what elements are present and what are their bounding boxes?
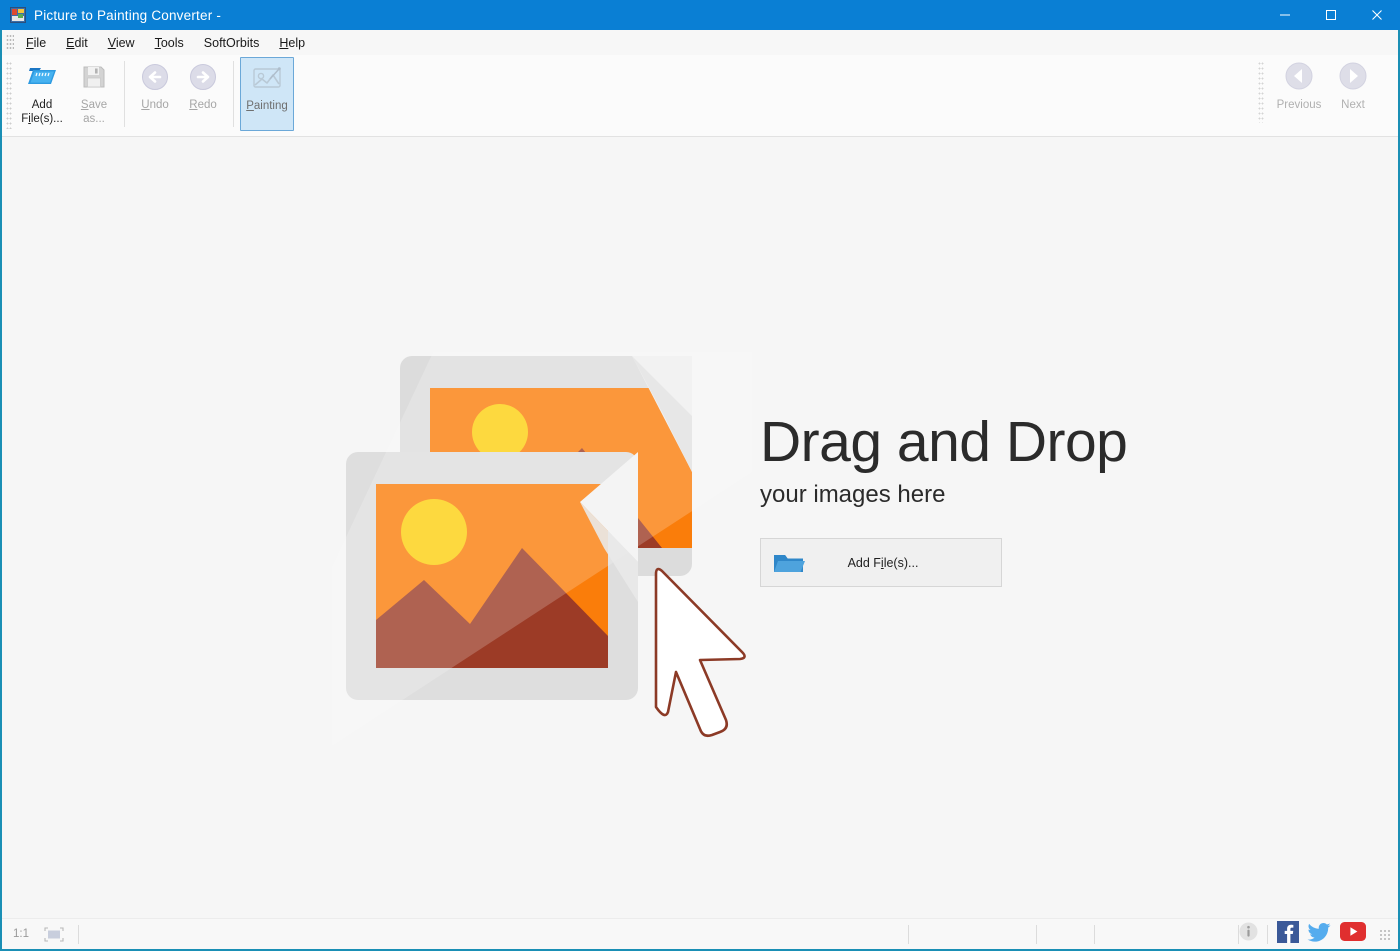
facebook-icon[interactable] [1277,921,1299,948]
window-controls [1262,0,1400,30]
close-button[interactable] [1354,0,1400,30]
status-separator-4 [1094,925,1095,944]
save-as-button[interactable]: Save as... [70,57,118,131]
status-separator-3 [1036,925,1037,944]
ribbon-group-file: Add File(s)... Save as... [14,57,294,131]
menu-item-help-label: elp [288,36,305,50]
undo-label: Undo [141,98,169,112]
ribbon-group-navigation: Previous Next [1258,59,1380,123]
status-separator-6 [1267,925,1268,944]
drop-subline: your images here [760,480,1160,510]
mouse-cursor-arrow [656,569,745,736]
fit-to-window-icon[interactable] [43,926,65,942]
save-as-label: Save as... [81,98,107,126]
status-separator-2 [908,925,909,944]
previous-button[interactable]: Previous [1272,59,1326,123]
menu-item-file[interactable]: File [16,33,56,53]
add-files-label: Add File(s)... [21,98,63,126]
drop-headline: Drag and Drop [760,410,1160,474]
ribbon-separator-2 [233,61,234,127]
open-folder-icon [27,62,57,92]
undo-arrow-icon [140,62,170,92]
painting-button[interactable]: Painting [240,57,294,131]
chevron-right-circle-icon [1337,59,1369,93]
nav-grip-handle[interactable] [1258,61,1264,123]
application-window: Picture to Painting Converter - File Edi… [0,0,1400,951]
ribbon-grip-handle[interactable] [6,61,12,129]
menu-item-help[interactable]: Help [269,33,315,53]
menu-grip-handle[interactable] [6,34,14,51]
next-button[interactable]: Next [1326,59,1380,123]
menu-bar: File Edit View Tools SoftOrbits Help [2,30,1398,55]
status-bar: 1:1 [2,918,1398,949]
youtube-icon[interactable] [1340,922,1366,946]
floppy-disk-icon [81,62,107,92]
menu-item-edit-label: dit [75,36,88,50]
zoom-level-label[interactable]: 1:1 [13,928,29,940]
open-folder-icon [761,550,817,576]
redo-button[interactable]: Redo [179,57,227,131]
drop-zone-text-block: Drag and Drop your images here Add File(… [760,410,1160,587]
info-icon[interactable] [1239,922,1258,946]
menu-item-softorbits[interactable]: SoftOrbits [194,33,270,53]
menu-item-softorbits-label: SoftOrbits [204,36,260,50]
twitter-icon[interactable] [1308,922,1331,947]
redo-label: Redo [189,98,217,112]
menu-item-tools[interactable]: Tools [145,33,194,53]
menu-item-view-label: iew [116,36,135,50]
painting-icon [252,63,282,93]
chevron-left-circle-icon [1283,59,1315,93]
title-bar: Picture to Painting Converter - [0,0,1400,30]
window-title: Picture to Painting Converter - [34,8,221,23]
maximize-button[interactable] [1308,0,1354,30]
menu-item-edit[interactable]: Edit [56,33,98,53]
next-label: Next [1341,99,1365,111]
drop-zone[interactable]: Drag and Drop your images here Add File(… [332,352,1162,772]
social-icons [1239,921,1398,948]
undo-button[interactable]: Undo [131,57,179,131]
status-separator-1 [78,925,79,944]
two-photos-with-cursor-illustration [332,352,752,772]
redo-arrow-icon [188,62,218,92]
ribbon-separator-1 [124,61,125,127]
menu-item-file-label: ile [34,36,47,50]
previous-label: Previous [1277,99,1322,111]
add-files-button[interactable]: Add File(s)... [14,57,70,131]
painting-label: Painting [246,99,288,113]
main-canvas[interactable]: Drag and Drop your images here Add File(… [2,137,1398,918]
add-files-cta-button[interactable]: Add File(s)... [760,538,1002,587]
menu-item-view[interactable]: View [98,33,145,53]
menu-item-tools-label: ools [161,36,184,50]
resize-grip[interactable] [1379,929,1390,940]
app-icon [10,7,26,23]
ribbon-toolbar: Add File(s)... Save as... [2,55,1398,137]
minimize-button[interactable] [1262,0,1308,30]
add-files-cta-label: Add File(s)... [817,556,1001,570]
